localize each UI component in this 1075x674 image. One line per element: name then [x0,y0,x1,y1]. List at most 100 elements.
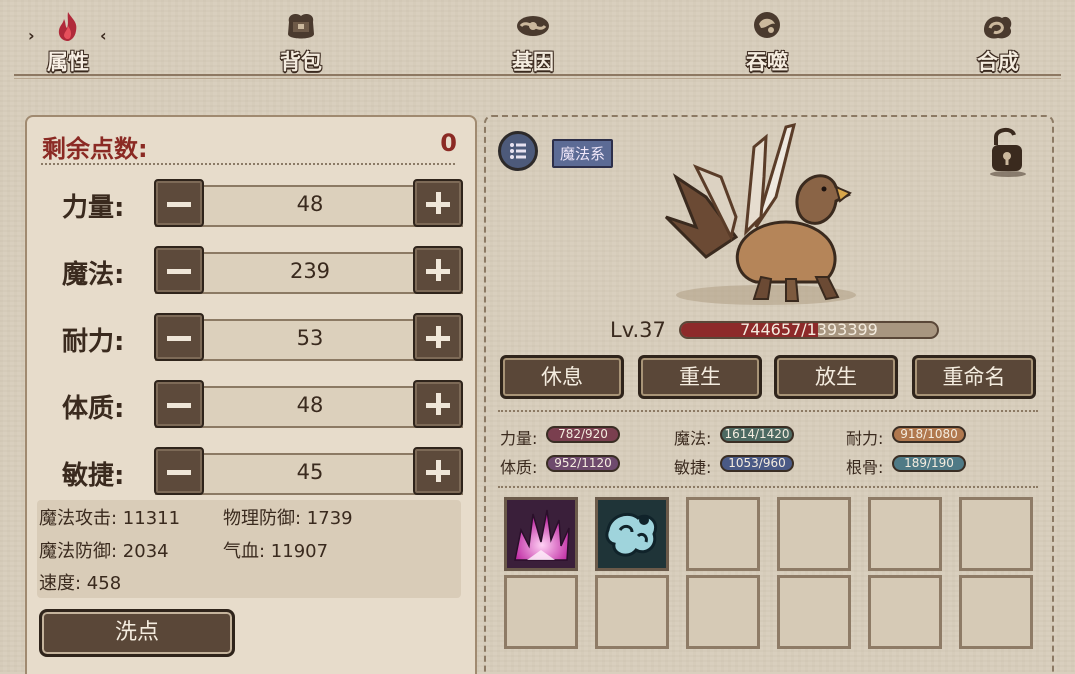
skill-slot-11[interactable] [868,575,942,649]
strength-increase-button[interactable] [413,179,463,227]
growth-label: 敏捷: [674,458,712,477]
element-badge: 魔法系 [552,139,614,168]
attribute-panel: 剩余点数: 0 力量: 48 魔法: 239 耐力: 53 体质: 48 敏捷:… [25,115,477,674]
tab-gene[interactable]: 基因 [493,8,573,74]
growth-value-pill: 189/190 [892,455,966,472]
tab-attributes[interactable]: 属性 [28,8,108,74]
speed: 速度: 458 [39,573,122,594]
minus-icon [167,202,191,207]
growth-label: 耐力: [846,429,884,448]
tab-bar-divider [14,74,1061,76]
minus-icon [167,336,191,341]
bag-icon [288,14,314,39]
skill-slot-1[interactable] [504,497,578,571]
stat-label: 体质: [62,394,125,424]
skill-slot-10[interactable] [777,575,851,649]
skill-slot-7[interactable] [504,575,578,649]
remaining-points-label: 剩余点数: [42,135,148,163]
pet-level: Lv.37 [610,318,666,342]
tab-bar-divider-thin [14,78,1061,79]
stat-value: 48 [296,192,324,216]
stat-value: 53 [296,326,324,350]
stat-value: 45 [296,460,324,484]
skill-slot-6[interactable] [959,497,1033,571]
growth-label: 体质: [500,458,538,477]
agility-decrease-button[interactable] [154,447,204,495]
stat-row-magic: 魔法: 239 [27,246,475,296]
griffin-creature-image [664,122,856,305]
magic-decrease-button[interactable] [154,246,204,294]
rename-button[interactable]: 重命名 [912,355,1036,399]
tab-bar: › ‹ 属性 背包 基因 吞噬 合成 [0,0,1075,82]
pet-panel: 魔法系 Lv.37 744657/1393399 休息 重生 放生 重命名 力量… [484,115,1054,674]
stat-label: 耐力: [62,327,125,357]
minus-icon [167,403,191,408]
stat-label: 力量: [62,193,125,223]
exp-text: 744657/1393399 [740,321,878,339]
growth-value-pill: 782/920 [546,426,620,443]
skill-slot-4[interactable] [777,497,851,571]
tab-synthesis[interactable]: 合成 [958,8,1038,74]
spike-burst-icon [507,500,575,568]
reset-points-button[interactable]: 洗点 [39,609,235,657]
menu-button[interactable] [498,131,538,171]
growth-value-pill: 1053/960 [720,455,794,472]
stat-value: 239 [289,259,331,283]
growth-value-pill: 1614/1420 [720,426,794,443]
stat-label: 敏捷: [62,461,125,491]
minus-icon [167,269,191,274]
magic-attack: 魔法攻击: 11311 [39,508,181,529]
growth-value-pill: 918/1080 [892,426,966,443]
devour-icon [754,12,780,38]
synthesis-icon [984,16,1012,39]
growth-value-pill: 952/1120 [546,455,620,472]
growth-divider [498,486,1038,488]
endurance-increase-button[interactable] [413,313,463,361]
tab-devour[interactable]: 吞噬 [727,8,807,74]
magic-increase-button[interactable] [413,246,463,294]
flame-icon [58,12,77,41]
constitution-decrease-button[interactable] [154,380,204,428]
growth-label: 根骨: [846,458,884,477]
stone-fist-icon [598,500,666,568]
stat-value: 48 [296,393,324,417]
stat-row-strength: 力量: 48 [27,179,475,229]
tab-label: 背包 [280,50,322,74]
constitution-increase-button[interactable] [413,380,463,428]
tab-label: 基因 [512,50,554,74]
rebirth-button[interactable]: 重生 [638,355,762,399]
skill-slot-9[interactable] [686,575,760,649]
points-divider [41,163,455,165]
tab-bag[interactable]: 背包 [261,8,341,74]
stat-row-endurance: 耐力: 53 [27,313,475,363]
tab-label: 吞噬 [746,50,788,74]
tab-label: 合成 [977,50,1019,74]
growth-label: 力量: [500,429,538,448]
skill-slot-12[interactable] [959,575,1033,649]
skill-slot-2[interactable] [595,497,669,571]
agility-increase-button[interactable] [413,447,463,495]
gene-icon [517,16,549,36]
unlock-icon[interactable] [986,125,1030,177]
release-button[interactable]: 放生 [774,355,898,399]
exp-bar: 744657/1393399 [679,321,939,339]
remaining-points-value: 0 [440,129,457,157]
skill-slot-8[interactable] [595,575,669,649]
skill-slot-5[interactable] [868,497,942,571]
derived-attributes: 魔法攻击: 11311 物理防御: 1739 魔法防御: 2034 气血: 11… [37,500,461,598]
stat-row-constitution: 体质: 48 [27,380,475,430]
hp: 气血: 11907 [223,541,329,562]
stat-label: 魔法: [62,260,125,290]
magic-defense: 魔法防御: 2034 [39,541,169,562]
minus-icon [167,470,191,475]
physical-defense: 物理防御: 1739 [223,508,353,529]
stat-row-agility: 敏捷: 45 [27,447,475,497]
actions-divider [498,410,1038,412]
list-icon [510,143,526,159]
skill-slot-3[interactable] [686,497,760,571]
growth-label: 魔法: [674,429,712,448]
strength-decrease-button[interactable] [154,179,204,227]
endurance-decrease-button[interactable] [154,313,204,361]
rest-button[interactable]: 休息 [500,355,624,399]
tab-label: 属性 [47,50,89,74]
